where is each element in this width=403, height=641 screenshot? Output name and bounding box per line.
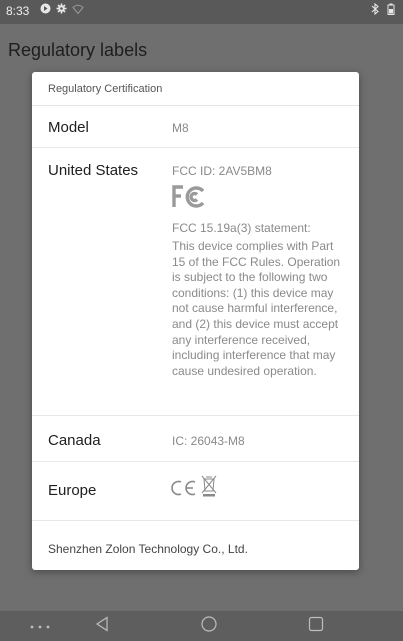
status-time: 8:33 bbox=[6, 4, 30, 18]
recents-square-icon bbox=[308, 616, 324, 637]
united-states-row: United States FCC ID: 2AV5BM8 FCC 15.19a… bbox=[32, 148, 359, 416]
fcc-id: FCC ID: 2AV5BM8 bbox=[172, 164, 272, 178]
fcc-statement-body: This device complies with Part 15 of the… bbox=[172, 239, 341, 378]
united-states-content: FCC ID: 2AV5BM8 FCC 15.19a(3) statement:… bbox=[172, 164, 347, 379]
notification-badge-icon bbox=[40, 3, 51, 17]
fcc-statement-heading: FCC 15.19a(3) statement: bbox=[172, 221, 311, 235]
screen: 8:33 Regulatory labels Regulatory Certif… bbox=[0, 0, 403, 641]
status-icons-left bbox=[40, 3, 84, 17]
status-icons-right bbox=[371, 2, 395, 18]
wifi-off-icon bbox=[72, 3, 84, 17]
battery-icon bbox=[387, 3, 395, 18]
united-states-label: United States bbox=[48, 162, 139, 179]
model-value: M8 bbox=[172, 121, 189, 135]
manufacturer-text: Shenzhen Zolon Technology Co., Ltd. bbox=[48, 542, 248, 556]
canada-row: Canada IC: 26043-M8 bbox=[32, 416, 359, 462]
more-dots-icon bbox=[29, 617, 51, 635]
page-title: Regulatory labels bbox=[8, 40, 148, 60]
weee-bin-icon bbox=[201, 474, 217, 503]
back-triangle-icon bbox=[95, 615, 109, 637]
dialog-header: Regulatory Certification bbox=[32, 72, 359, 106]
settings-gear-icon bbox=[56, 3, 67, 17]
bluetooth-icon bbox=[371, 2, 379, 18]
europe-label: Europe bbox=[48, 482, 97, 499]
ce-mark-icon bbox=[169, 478, 199, 503]
recents-button[interactable] bbox=[303, 616, 329, 636]
dialog-title: Regulatory Certification bbox=[48, 83, 163, 95]
navigation-bar bbox=[0, 611, 403, 641]
home-circle-icon bbox=[200, 615, 218, 638]
menu-dots-button[interactable] bbox=[26, 616, 54, 636]
europe-marks bbox=[169, 474, 217, 503]
canada-value: IC: 26043-M8 bbox=[172, 434, 245, 448]
canada-label: Canada bbox=[48, 432, 101, 449]
back-button[interactable] bbox=[90, 615, 114, 637]
fcc-logo-icon bbox=[172, 185, 347, 213]
app-bar: Regulatory labels bbox=[0, 24, 403, 74]
status-bar: 8:33 bbox=[0, 0, 403, 24]
home-button[interactable] bbox=[196, 615, 222, 638]
model-row: Model M8 bbox=[32, 106, 359, 148]
regulatory-dialog: Regulatory Certification Model M8 United… bbox=[32, 72, 359, 570]
europe-row: Europe bbox=[32, 462, 359, 521]
model-label: Model bbox=[48, 119, 89, 136]
